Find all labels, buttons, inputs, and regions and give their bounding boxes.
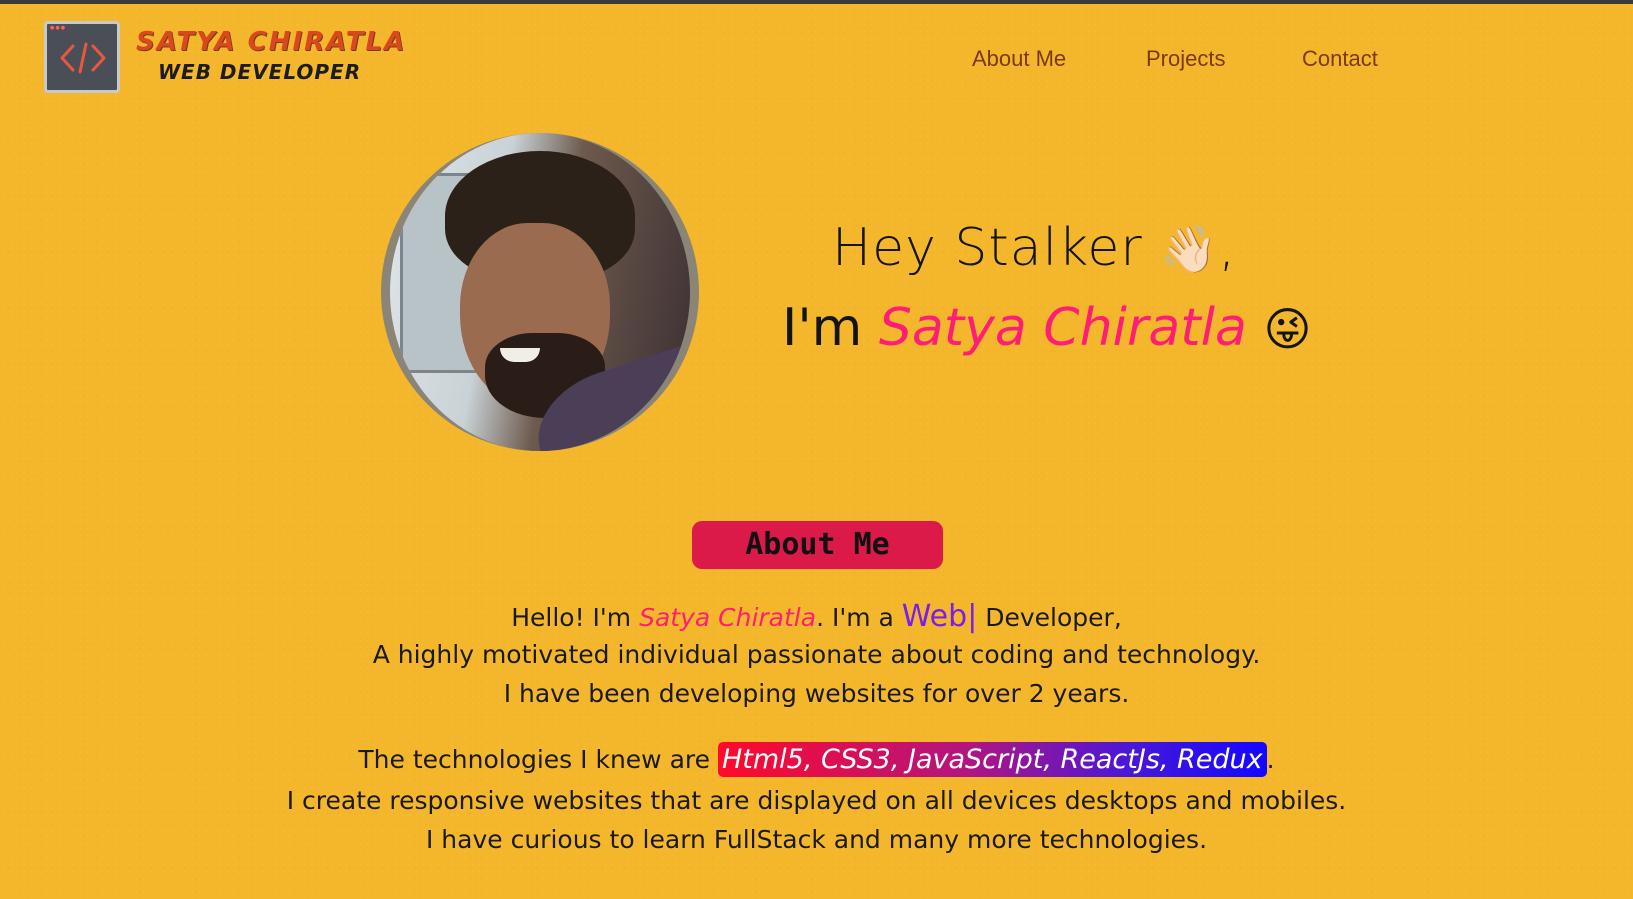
brand-name: SATYA CHIRATLA	[136, 27, 407, 57]
about-line-1: Hello! I'm Satya Chiratla. I'm a Web| De…	[0, 599, 1633, 634]
site-logo[interactable]: ●●●	[44, 21, 120, 93]
winking-face-icon: 😜	[1263, 302, 1312, 356]
about-line-3: I have been developing websites for over…	[503, 679, 1130, 708]
typing-cursor: |	[967, 599, 978, 634]
greeting-text: Hey Stalker	[832, 218, 1143, 278]
nav-link-contact[interactable]: Contact	[1302, 46, 1378, 72]
window-dots-icon: ●●●	[50, 25, 67, 31]
about-line-4-suffix: .	[1266, 745, 1275, 774]
hero-greeting: Hey Stalker 👋🏻,	[832, 218, 1236, 278]
nav-link-about-me[interactable]: About Me	[972, 46, 1066, 72]
about-line-2: A highly motivated individual passionate…	[372, 640, 1261, 669]
hero-intro: I'm Satya Chiratla 😜	[782, 298, 1311, 358]
waving-hand-icon: 👋🏻	[1160, 222, 1219, 276]
about-line-6: I have curious to learn FullStack and ma…	[425, 825, 1208, 854]
intro-prefix: I'm	[782, 298, 863, 358]
typed-role-text: Web	[901, 599, 968, 634]
about-line-5: I create responsive websites that are di…	[286, 786, 1347, 815]
about-line-1-prefix: Hello! I'm	[511, 603, 640, 632]
nav-link-projects[interactable]: Projects	[1146, 46, 1225, 72]
tech-stack-highlight: Html5, CSS3, JavaScript, ReactJs, Redux	[717, 742, 1267, 777]
about-line-1-middle: . I'm a	[816, 603, 902, 632]
greeting-suffix: ,	[1218, 218, 1237, 278]
about-heading: About Me	[692, 521, 943, 569]
top-border	[0, 0, 1633, 4]
about-name: Satya Chiratla	[639, 603, 817, 632]
about-line-4-prefix: The technologies I knew are	[358, 745, 718, 774]
brand-role: WEB DEVELOPER	[158, 60, 362, 84]
intro-name: Satya Chiratla	[878, 298, 1247, 358]
about-line-1-suffix: Developer,	[977, 603, 1122, 632]
about-line-4: The technologies I knew are Html5, CSS3,…	[0, 742, 1633, 777]
code-icon	[60, 42, 106, 74]
profile-photo	[390, 133, 690, 451]
